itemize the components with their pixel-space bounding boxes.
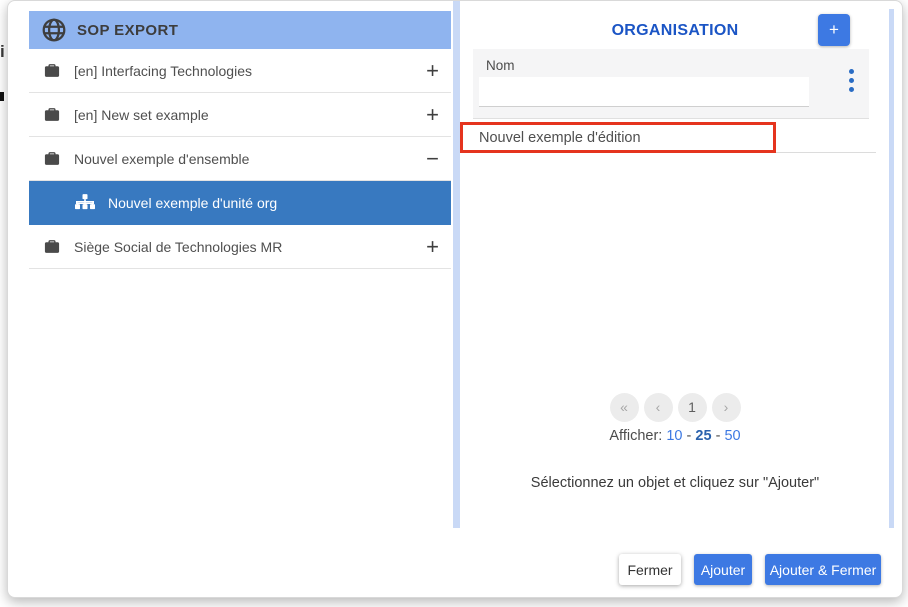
kebab-menu-icon[interactable] <box>841 62 861 98</box>
tree-item-interfacing-technologies[interactable]: [en] Interfacing Technologies + <box>29 49 451 93</box>
briefcase-icon <box>43 238 61 255</box>
page-size-selector: Afficher: 10 - 25 - 50 <box>461 428 889 444</box>
ajouter-et-fermer-button[interactable]: Ajouter & Fermer <box>765 554 881 585</box>
tree-item-label: Nouvel exemple d'unité org <box>108 194 278 211</box>
expand-icon[interactable]: + <box>426 59 439 82</box>
sop-export-header: SOP EXPORT <box>29 11 451 49</box>
next-page-button[interactable]: › <box>711 393 741 422</box>
page-size-25[interactable]: 25 <box>695 428 711 444</box>
show-label: Afficher: <box>609 428 663 444</box>
expand-icon[interactable]: + <box>426 103 439 126</box>
add-organisation-button[interactable]: + <box>818 14 850 46</box>
tree-item-nouvel-exemple-ensemble[interactable]: Nouvel exemple d'ensemble − <box>29 137 451 181</box>
nom-column-label: Nom <box>486 58 515 73</box>
fermer-button[interactable]: Fermer <box>619 554 681 585</box>
result-row-label: Nouvel exemple d'édition <box>479 129 641 146</box>
right-panel-scrollbar[interactable] <box>889 9 894 528</box>
separator: - <box>686 428 692 444</box>
page-size-10[interactable]: 10 <box>666 428 682 444</box>
globe-icon <box>41 17 67 43</box>
briefcase-icon <box>43 106 61 123</box>
tree-item-new-set-example[interactable]: [en] New set example + <box>29 93 451 137</box>
current-page-button[interactable]: 1 <box>677 393 707 422</box>
red-annotation-box: Nouvel exemple d'édition <box>460 122 776 153</box>
ajouter-button[interactable]: Ajouter <box>694 554 752 585</box>
tree-item-label: Siège Social de Technologies MR <box>74 238 283 255</box>
filter-block: Nom <box>473 49 869 119</box>
page-size-50[interactable]: 50 <box>724 428 740 444</box>
background-artifact <box>0 92 4 101</box>
organisation-result-row[interactable]: Nouvel exemple d'édition <box>460 122 876 153</box>
organisation-dialog: SOP EXPORT [en] Interfacing Technologies… <box>7 0 903 598</box>
collapse-icon[interactable]: − <box>426 147 439 170</box>
org-unit-icon <box>75 194 95 211</box>
tree-item-siege-social[interactable]: Siège Social de Technologies MR + <box>29 225 451 269</box>
background-partial-text: i <box>0 42 4 61</box>
separator: - <box>715 428 721 444</box>
briefcase-icon <box>43 62 61 79</box>
organisation-tree: [en] Interfacing Technologies + [en] New… <box>29 49 451 269</box>
sop-export-title: SOP EXPORT <box>77 21 179 39</box>
tree-item-nouvel-exemple-unite-org[interactable]: Nouvel exemple d'unité org <box>29 181 451 225</box>
expand-icon[interactable]: + <box>426 235 439 258</box>
previous-page-button[interactable]: ‹ <box>643 393 673 422</box>
tree-item-label: [en] Interfacing Technologies <box>74 62 252 79</box>
tree-item-label: Nouvel exemple d'ensemble <box>74 150 250 167</box>
tree-item-label: [en] New set example <box>74 106 209 123</box>
left-panel-scrollbar[interactable] <box>453 1 460 528</box>
pagination: « ‹ 1 › <box>461 393 889 422</box>
nom-filter-input[interactable] <box>479 77 809 107</box>
first-page-button[interactable]: « <box>609 393 639 422</box>
selection-hint-text: Sélectionnez un objet et cliquez sur "Aj… <box>530 475 820 491</box>
briefcase-icon <box>43 150 61 167</box>
